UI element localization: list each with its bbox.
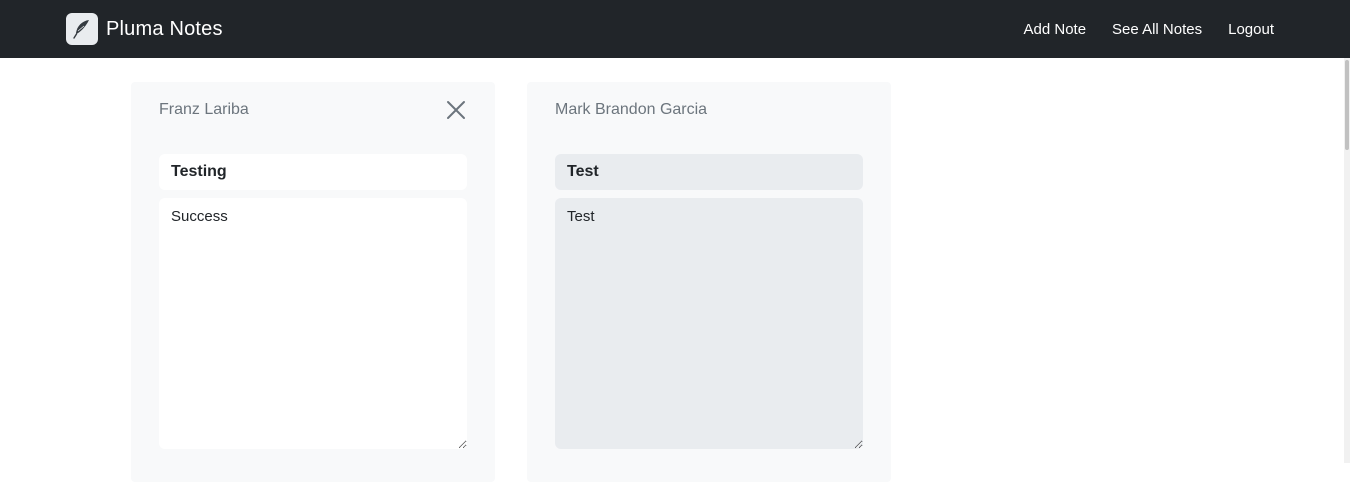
note-card: Mark Brandon Garcia Test <box>527 82 891 482</box>
note-card: Franz Lariba Success <box>131 82 495 482</box>
note-body-textarea[interactable]: Success <box>159 198 467 449</box>
nav-add-note[interactable]: Add Note <box>1024 21 1087 38</box>
note-author: Mark Brandon Garcia <box>555 101 708 118</box>
scrollbar-thumb[interactable] <box>1345 60 1349 150</box>
nav-links: Add Note See All Notes Logout <box>998 0 1275 58</box>
note-body-textarea[interactable]: Test <box>555 198 863 449</box>
navbar: Pluma Notes Add Note See All Notes Logou… <box>0 0 1350 58</box>
nav-see-all-notes[interactable]: See All Notes <box>1112 21 1202 38</box>
note-title-input[interactable] <box>555 154 863 190</box>
close-icon[interactable] <box>445 99 467 121</box>
note-title-input[interactable] <box>159 154 467 190</box>
nav-logout[interactable]: Logout <box>1228 21 1274 38</box>
feather-icon <box>66 13 98 45</box>
note-author: Franz Lariba <box>159 101 249 118</box>
brand[interactable]: Pluma Notes <box>66 13 223 45</box>
brand-name: Pluma Notes <box>106 17 223 40</box>
